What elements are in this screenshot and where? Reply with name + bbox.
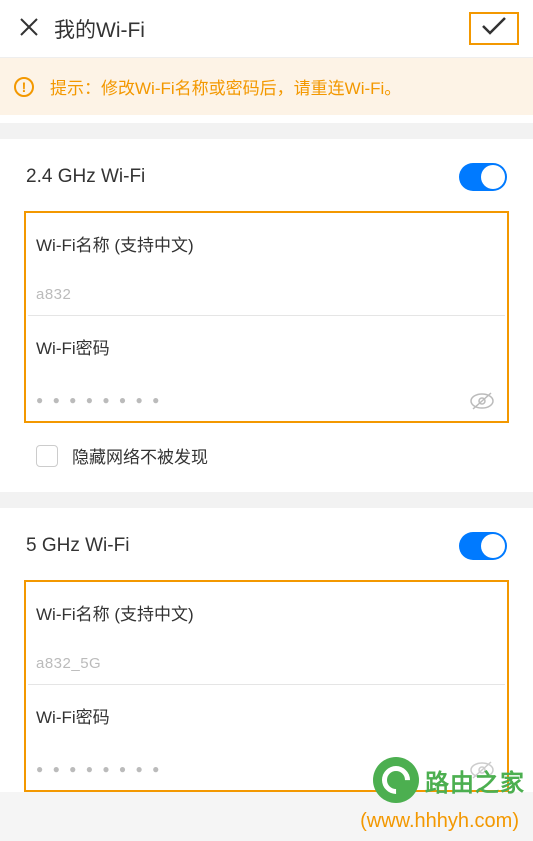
wifi-5g-name-label: Wi-Fi名称 (支持中文): [28, 582, 505, 633]
watermark-text: 路由之家: [425, 763, 525, 798]
warning-icon: !: [14, 77, 34, 97]
wifi-24g-toggle[interactable]: [459, 163, 507, 191]
wifi-24g-title: 2.4 GHz Wi-Fi: [26, 166, 145, 188]
wifi-5g-name-input[interactable]: [28, 633, 505, 685]
hide-network-label: 隐藏网络不被发现: [72, 443, 208, 468]
wifi-24g-pwd-input[interactable]: ● ● ● ● ● ● ● ●: [28, 367, 505, 421]
wifi-5g-pwd-label: Wi-Fi密码: [28, 685, 505, 736]
wifi-5g-card: 5 GHz Wi-Fi Wi-Fi名称 (支持中文) Wi-Fi密码 ● ● ●…: [0, 508, 533, 792]
close-icon[interactable]: [14, 13, 44, 44]
wifi-24g-name-label: Wi-Fi名称 (支持中文): [28, 213, 505, 264]
wifi-24g-card: 2.4 GHz Wi-Fi Wi-Fi名称 (支持中文) Wi-Fi密码 ● ●…: [0, 139, 533, 492]
logo-icon: [373, 757, 419, 803]
wifi-24g-fields: Wi-Fi名称 (支持中文) Wi-Fi密码 ● ● ● ● ● ● ● ●: [24, 211, 509, 423]
hide-network-checkbox[interactable]: [36, 445, 58, 467]
wifi-5g-title: 5 GHz Wi-Fi: [26, 535, 129, 557]
watermark: 路由之家: [373, 757, 525, 803]
header: 我的Wi-Fi: [0, 0, 533, 58]
wifi-5g-toggle[interactable]: [459, 532, 507, 560]
wifi-24g-pwd-label: Wi-Fi密码: [28, 316, 505, 367]
wifi-24g-name-input[interactable]: [28, 264, 505, 316]
spacer: [0, 115, 533, 123]
tip-banner: ! 提示：修改Wi-Fi名称或密码后，请重连Wi-Fi。: [0, 58, 533, 115]
watermark-url: (www.hhhyh.com): [360, 810, 519, 833]
tip-text: 提示：修改Wi-Fi名称或密码后，请重连Wi-Fi。: [50, 74, 401, 99]
hide-network-row: 隐藏网络不被发现: [0, 423, 533, 492]
check-icon: [481, 16, 507, 36]
eye-off-icon[interactable]: [469, 391, 495, 417]
spacer: [0, 123, 533, 139]
page-title: 我的Wi-Fi: [54, 14, 469, 44]
confirm-button[interactable]: [469, 12, 519, 45]
spacer: [0, 492, 533, 508]
